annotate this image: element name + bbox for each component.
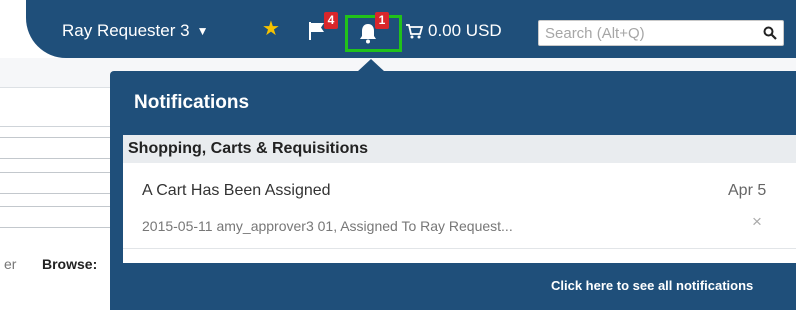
user-menu[interactable]: Ray Requester 3 ▼ (62, 18, 208, 44)
notification-item[interactable]: A Cart Has Been Assigned Apr 5 2015-05-1… (123, 163, 796, 249)
cart-total: 0.00 USD (428, 21, 502, 40)
form-field[interactable] (0, 137, 115, 159)
search-icon[interactable] (757, 21, 783, 45)
cart-button[interactable]: 0.00 USD (406, 20, 502, 42)
search-box (538, 20, 784, 46)
close-icon[interactable]: × (752, 212, 762, 232)
divider (0, 126, 115, 127)
top-bar: Ray Requester 3 ▼ ★ 4 1 0.00 USD (0, 0, 796, 58)
notification-title: A Cart Has Been Assigned (142, 182, 331, 199)
form-field[interactable] (0, 172, 115, 194)
flag-count-badge: 4 (324, 12, 338, 29)
user-name: Ray Requester 3 (62, 21, 190, 40)
notification-detail: 2015-05-11 amy_approver3 01, Assigned To… (142, 218, 513, 234)
browse-label: Browse: (42, 256, 98, 272)
notification-list-footer (123, 249, 796, 263)
search-input[interactable] (539, 21, 757, 45)
form-field[interactable] (0, 206, 115, 228)
cart-icon (406, 23, 423, 38)
notification-count-badge: 1 (375, 12, 389, 29)
panel-title: Notifications (134, 92, 250, 113)
browse-row: er Browse: (0, 250, 115, 276)
notifications-panel: Notifications Shopping, Carts & Requisit… (110, 71, 796, 310)
category-header: Shopping, Carts & Requisitions (123, 135, 796, 163)
notification-date: Apr 5 (728, 182, 767, 199)
caret-down-icon: ▼ (196, 24, 209, 38)
star-icon[interactable]: ★ (262, 19, 280, 39)
label-fragment: er (4, 256, 17, 272)
see-all-notifications-link[interactable]: Click here to see all notifications (551, 278, 753, 293)
